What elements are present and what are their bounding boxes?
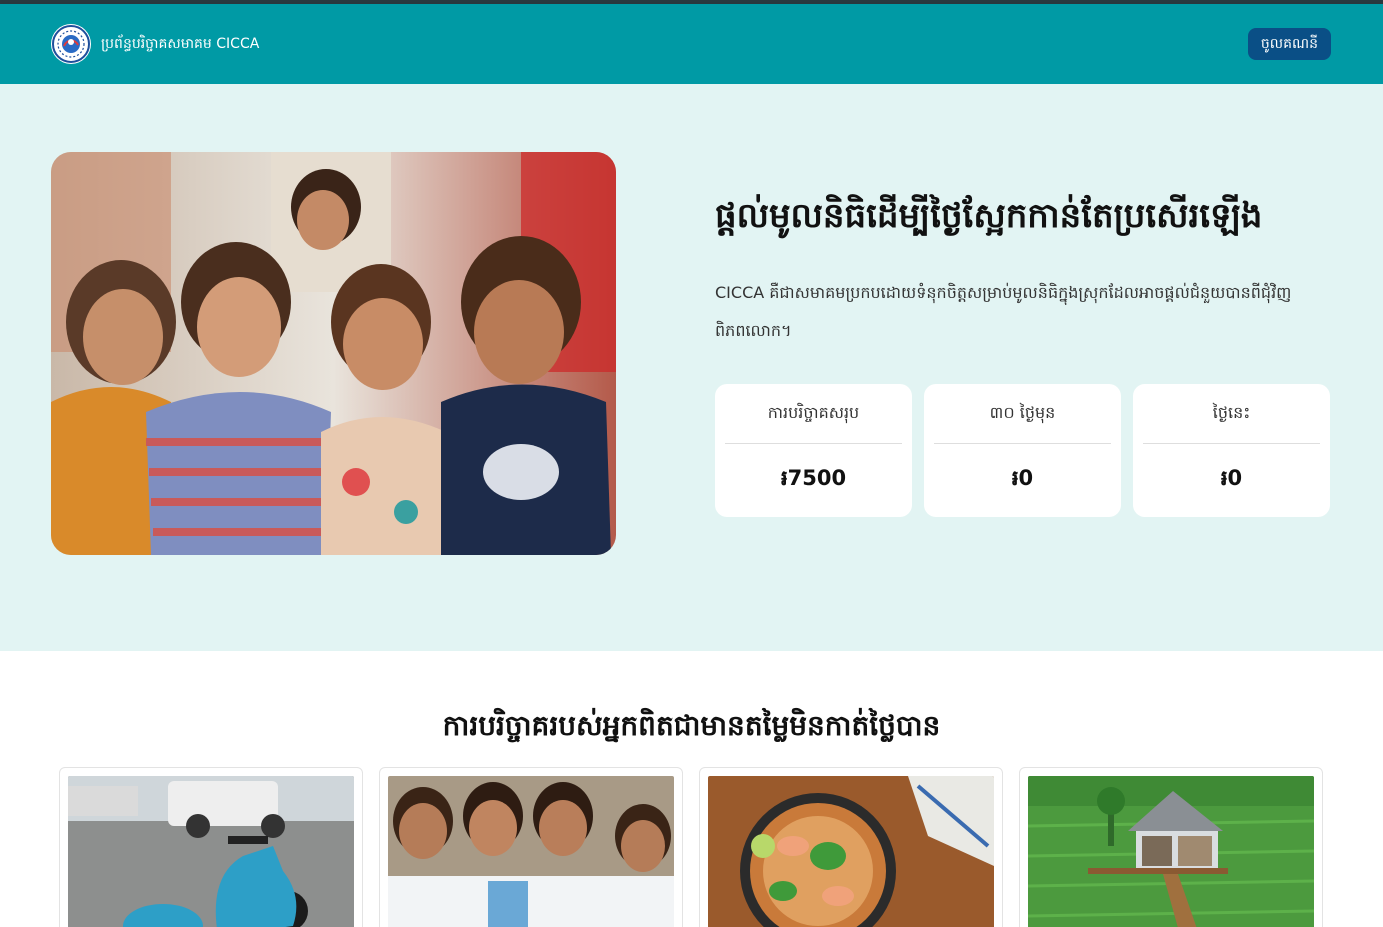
campaign-image-scooter	[68, 776, 354, 927]
campaign-image-students	[388, 776, 674, 927]
campaign-card[interactable]	[699, 767, 1003, 927]
stat-card-today: ថ្ងៃនេះ ៛0	[1133, 384, 1330, 517]
stat-label: ការបរិច្ចាគសរុប	[725, 384, 902, 444]
hero-section: ផ្តល់មូលនិធិដើម្បីថ្ងៃស្អែកកាន់តែប្រសើរឡ…	[0, 84, 1383, 651]
navbar: ប្រព័ន្ធបរិច្ចាគសមាគម CICCA ចូលគណនី	[0, 4, 1383, 84]
stat-card-30-days: ៣០ ថ្ងៃមុន ៛0	[924, 384, 1121, 517]
campaign-card[interactable]	[1019, 767, 1323, 927]
campaign-cards	[59, 767, 1323, 927]
campaign-card[interactable]	[59, 767, 363, 927]
campaign-image-rice-field-house	[1028, 776, 1314, 927]
hero-image-children	[51, 152, 616, 555]
stat-label: ៣០ ថ្ងៃមុន	[934, 384, 1111, 444]
campaign-card[interactable]	[379, 767, 683, 927]
stat-value: ៛7500	[780, 465, 847, 490]
login-button[interactable]: ចូលគណនី	[1247, 28, 1331, 60]
campaign-image-noodle-soup	[708, 776, 994, 927]
stat-value: ៛0	[1220, 465, 1243, 490]
hero-description: CICCA គឺជាសមាគមប្រកបដោយទំនុកចិត្តសម្រាប់…	[715, 283, 1292, 340]
cicca-logo-icon	[51, 24, 91, 64]
brand-name: ប្រព័ន្ធបរិច្ចាគសមាគម CICCA	[101, 35, 260, 52]
brand-link[interactable]: ប្រព័ន្ធបរិច្ចាគសមាគម CICCA	[51, 24, 259, 64]
section-title: ការបរិច្ចាគរបស់អ្នកពិតជាមានតម្លៃមិនកាត់ថ…	[442, 709, 941, 742]
hero-title: ផ្តល់មូលនិធិដើម្បីថ្ងៃស្អែកកាន់តែប្រសើរឡ…	[715, 196, 1263, 236]
stats-row: ការបរិច្ចាគសរុប ៛7500 ៣០ ថ្ងៃមុន ៛0 ថ្ងៃ…	[715, 384, 1330, 517]
stat-value: ៛0	[1011, 465, 1034, 490]
stat-label: ថ្ងៃនេះ	[1143, 384, 1320, 444]
stat-card-total: ការបរិច្ចាគសរុប ៛7500	[715, 384, 912, 517]
